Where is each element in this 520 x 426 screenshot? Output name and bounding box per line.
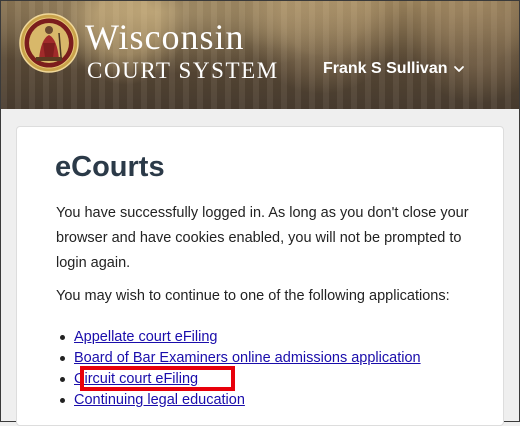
appellate-efiling-link[interactable]: Appellate court eFiling xyxy=(74,329,217,345)
content-card: eCourts You have successfully logged in.… xyxy=(16,126,504,426)
bar-examiners-link[interactable]: Board of Bar Examiners online admissions… xyxy=(74,350,421,366)
site-header: Wisconsin COURT SYSTEM Frank S Sullivan xyxy=(1,1,519,109)
apps-intro: You may wish to continue to one of the f… xyxy=(56,288,450,304)
application-list: Appellate court eFiling Board of Bar Exa… xyxy=(56,327,421,411)
site-logo-title[interactable]: Wisconsin xyxy=(85,19,245,55)
circuit-efiling-link[interactable]: Circuit court eFiling xyxy=(74,371,198,387)
state-seal-icon[interactable] xyxy=(19,13,79,73)
cle-link[interactable]: Continuing legal education xyxy=(74,392,245,408)
list-item: Appellate court eFiling xyxy=(56,327,421,348)
user-menu-button[interactable]: Frank S Sullivan xyxy=(323,60,465,78)
bullet-icon xyxy=(60,398,65,403)
user-name: Frank S Sullivan xyxy=(323,60,448,77)
list-item: Board of Bar Examiners online admissions… xyxy=(56,348,421,369)
list-item: Continuing legal education xyxy=(56,390,421,411)
bullet-icon xyxy=(60,356,65,361)
login-message: You have successfully logged in. As long… xyxy=(56,205,469,271)
list-item: Circuit court eFiling xyxy=(56,369,421,390)
chevron-down-icon xyxy=(454,66,465,72)
page-title: eCourts xyxy=(55,151,165,183)
bullet-icon xyxy=(60,335,65,340)
site-logo-subtitle[interactable]: COURT SYSTEM xyxy=(87,59,279,82)
bullet-icon xyxy=(60,377,65,382)
